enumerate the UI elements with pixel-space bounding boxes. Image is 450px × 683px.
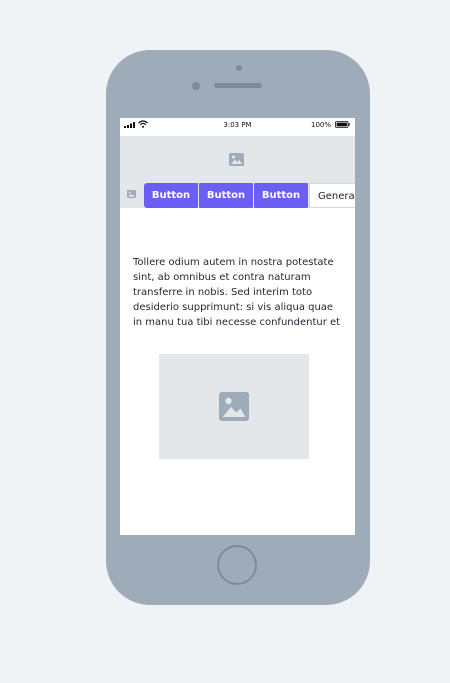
image-icon bbox=[229, 153, 244, 166]
tab-button-3[interactable]: Button bbox=[254, 183, 308, 208]
tab-generac[interactable]: Generac bbox=[309, 183, 355, 208]
content-image-placeholder bbox=[159, 354, 309, 459]
body-paragraph: Tollere odium autem in nostra potestate … bbox=[133, 257, 341, 328]
front-sensor bbox=[236, 65, 242, 71]
tab-button-1[interactable]: Button bbox=[144, 183, 198, 208]
front-camera bbox=[192, 82, 200, 90]
battery-percentage: 100% bbox=[310, 121, 331, 129]
tab-button-2[interactable]: Button bbox=[199, 183, 253, 208]
phone-frame: 3:03 PM 100% Button Button Button Genera… bbox=[106, 50, 370, 605]
header-image-placeholder bbox=[120, 136, 355, 182]
image-icon bbox=[219, 392, 249, 421]
battery-icon bbox=[335, 121, 350, 128]
home-button[interactable] bbox=[217, 545, 257, 585]
phone-screen: 3:03 PM 100% Button Button Button Genera… bbox=[120, 118, 355, 535]
image-icon bbox=[127, 190, 136, 198]
tab-bar: Button Button Button Generac bbox=[120, 182, 355, 208]
status-bar: 3:03 PM 100% bbox=[120, 118, 355, 134]
earpiece-speaker bbox=[214, 83, 262, 88]
